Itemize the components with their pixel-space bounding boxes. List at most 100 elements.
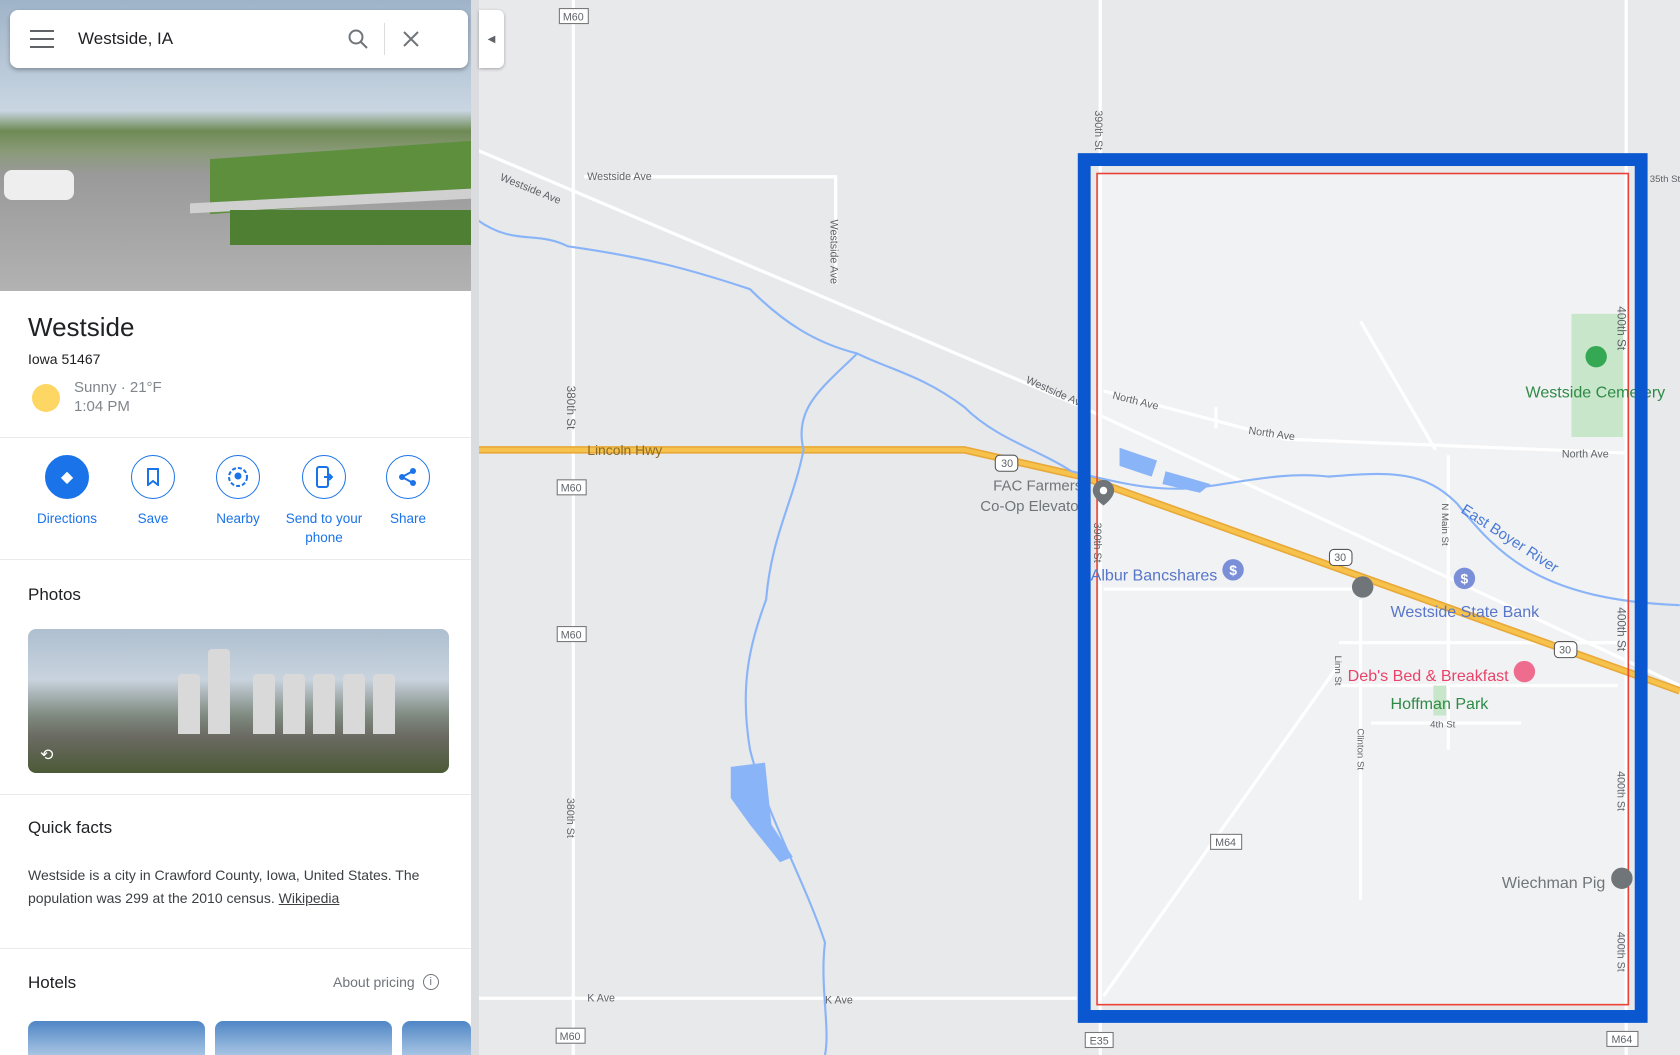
road-label: 400th St bbox=[1615, 771, 1627, 811]
phone-send-icon bbox=[302, 455, 346, 499]
action-label: Share bbox=[389, 511, 427, 526]
search-input[interactable] bbox=[78, 29, 338, 49]
share-button[interactable]: Share bbox=[363, 455, 453, 528]
hotel-thumbnail[interactable] bbox=[215, 1021, 392, 1055]
road-label: 380th St bbox=[564, 798, 576, 838]
send-to-phone-button[interactable]: Send to your phone bbox=[279, 455, 369, 547]
place-panel: Westside Iowa 51467 Sunny · 21°F 1:04 PM … bbox=[0, 0, 471, 1055]
road-label: K Ave bbox=[587, 992, 615, 1004]
road-label: Lincoln Hwy bbox=[587, 442, 662, 458]
poi-label[interactable]: Hoffman Park bbox=[1391, 695, 1490, 713]
e35-shield: E35 bbox=[1084, 1031, 1114, 1049]
share-icon bbox=[386, 455, 430, 499]
hotels-heading: Hotels bbox=[28, 973, 77, 992]
place-title: Westside bbox=[28, 312, 135, 342]
road-label: Clinton St bbox=[1354, 728, 1365, 770]
caret-left-icon: ◀ bbox=[487, 33, 496, 45]
road-label: 390th St bbox=[1092, 110, 1104, 150]
road-label: Linn St bbox=[1332, 655, 1343, 685]
school-icon[interactable] bbox=[1351, 576, 1374, 598]
road-label: N Main St bbox=[1439, 503, 1450, 546]
collapse-panel-button[interactable]: ◀ bbox=[479, 10, 504, 68]
svg-text:$: $ bbox=[1461, 571, 1469, 587]
wikipedia-link[interactable]: Wikipedia bbox=[279, 890, 340, 906]
svg-text:M60: M60 bbox=[563, 11, 584, 23]
road-label: 4th St bbox=[1430, 719, 1455, 730]
road-label: 400th St bbox=[1615, 306, 1628, 351]
panel-scrollbar[interactable] bbox=[471, 0, 479, 1055]
save-button[interactable]: Save bbox=[108, 455, 198, 528]
poi-label[interactable]: Deb's Bed & Breakfast bbox=[1348, 667, 1509, 685]
us30-shield: 30 bbox=[1553, 641, 1578, 659]
svg-text:$: $ bbox=[1229, 562, 1237, 578]
svg-text:M64: M64 bbox=[1215, 837, 1236, 849]
svg-text:30: 30 bbox=[1001, 458, 1013, 470]
place-address: Iowa 51467 bbox=[28, 351, 101, 367]
m60-shield: M60 bbox=[555, 1027, 586, 1044]
poi-label[interactable]: Co-Op Elevator bbox=[980, 498, 1083, 515]
road-label: Westside Ave bbox=[827, 220, 839, 285]
poi-label[interactable]: Wiechman Pig bbox=[1502, 874, 1605, 892]
poi-label[interactable]: FAC Farmers bbox=[993, 478, 1082, 495]
road-label: 400th St bbox=[1615, 932, 1627, 972]
poi-label[interactable]: Albur Bancshares bbox=[1091, 567, 1218, 585]
close-icon[interactable] bbox=[391, 19, 431, 59]
svg-text:M60: M60 bbox=[560, 1031, 581, 1043]
road-label: 380th St bbox=[564, 386, 577, 431]
divider bbox=[384, 23, 385, 55]
svg-text:30: 30 bbox=[1334, 552, 1346, 564]
info-icon: i bbox=[422, 974, 439, 990]
svg-text:M60: M60 bbox=[561, 629, 582, 641]
bank-icon[interactable]: $ bbox=[1222, 559, 1244, 581]
m60-shield: M60 bbox=[556, 626, 587, 643]
street-view-360-icon: ⟲ bbox=[40, 747, 54, 764]
quick-facts-text: Westside is a city in Crawford County, I… bbox=[28, 864, 453, 910]
photos-heading: Photos bbox=[28, 585, 81, 604]
bookmark-icon bbox=[131, 455, 175, 499]
weather: Sunny · 21°F 1:04 PM bbox=[74, 378, 162, 416]
action-label: Nearby bbox=[216, 511, 260, 526]
weather-text: Sunny · 21°F bbox=[74, 379, 162, 396]
place-icon[interactable] bbox=[1611, 867, 1633, 889]
road-label: North Ave bbox=[1562, 448, 1609, 460]
quick-facts-heading: Quick facts bbox=[28, 818, 113, 837]
road-label: K Ave bbox=[825, 995, 853, 1007]
cemetery-icon[interactable] bbox=[1585, 345, 1607, 368]
menu-icon[interactable] bbox=[30, 30, 54, 48]
bank-icon[interactable]: $ bbox=[1453, 567, 1476, 590]
sunny-icon bbox=[32, 384, 60, 412]
directions-icon: ◆ bbox=[45, 455, 89, 499]
nearby-icon bbox=[216, 455, 260, 499]
svg-text:30: 30 bbox=[1559, 644, 1571, 656]
nearby-button[interactable]: Nearby bbox=[193, 455, 283, 528]
photo-thumbnail[interactable]: ⟲ bbox=[28, 629, 449, 773]
road-label: 35th St bbox=[1650, 174, 1680, 185]
search-icon[interactable] bbox=[338, 19, 378, 59]
divider bbox=[0, 559, 471, 560]
m64-shield: M64 bbox=[1606, 1030, 1639, 1047]
svg-text:M64: M64 bbox=[1611, 1034, 1632, 1046]
about-pricing-button[interactable]: About pricing i bbox=[333, 974, 439, 990]
road-label: 390th St bbox=[1091, 523, 1103, 563]
poi-label[interactable]: Westside State Bank bbox=[1391, 603, 1541, 621]
search-box bbox=[10, 10, 468, 68]
m60-shield: M60 bbox=[556, 479, 587, 496]
action-label: Directions bbox=[36, 511, 98, 526]
lodging-icon[interactable] bbox=[1513, 660, 1536, 683]
m60-shield: M60 bbox=[558, 8, 589, 25]
action-label: Save bbox=[137, 511, 169, 526]
local-time: 1:04 PM bbox=[74, 398, 130, 415]
m64-shield: M64 bbox=[1210, 833, 1243, 850]
divider bbox=[0, 948, 471, 949]
divider bbox=[0, 437, 471, 438]
facts-body: Westside is a city in Crawford County, I… bbox=[28, 867, 420, 906]
road-label: 400th St bbox=[1615, 607, 1628, 652]
svg-text:M60: M60 bbox=[561, 483, 582, 495]
hotel-thumbnail[interactable] bbox=[28, 1021, 205, 1055]
hotel-thumbnail[interactable] bbox=[402, 1021, 471, 1055]
us30-shield: 30 bbox=[994, 454, 1019, 472]
pricing-label: About pricing bbox=[333, 974, 415, 990]
us30-shield: 30 bbox=[1328, 548, 1353, 567]
divider bbox=[0, 794, 471, 795]
directions-button[interactable]: ◆ Directions bbox=[22, 455, 112, 528]
